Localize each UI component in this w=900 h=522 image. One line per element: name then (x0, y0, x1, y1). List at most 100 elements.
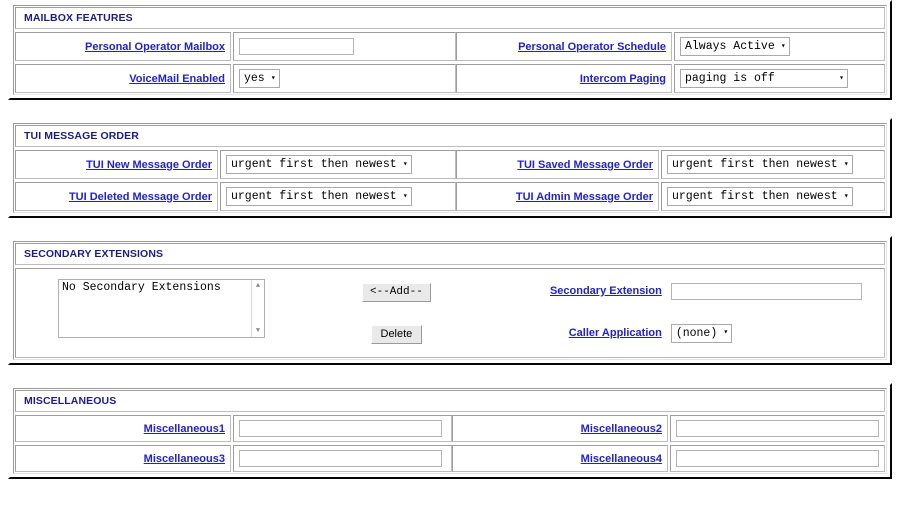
personal-operator-schedule-select[interactable]: Always Active ▾ (680, 37, 790, 56)
intercom-paging-value: paging is off (685, 72, 775, 85)
label-cell-miscellaneous4: Miscellaneous4 (452, 445, 668, 472)
link-tui-new-message-order[interactable]: TUI New Message Order (86, 159, 212, 171)
field-cell-miscellaneous1 (233, 415, 452, 442)
miscellaneous2-input[interactable] (676, 420, 879, 437)
caller-application-select[interactable]: (none) ▾ (670, 323, 733, 343)
scroll-up-icon[interactable]: ▲ (253, 281, 263, 291)
section-inner: TUI MESSAGE ORDER TUI New Message Order … (13, 123, 887, 213)
row-tui-new-saved: TUI New Message Order urgent first then … (15, 150, 885, 179)
label-cell-miscellaneous2: Miscellaneous2 (452, 415, 668, 442)
miscellaneous3-input[interactable] (239, 450, 442, 467)
tui-admin-message-order-select[interactable]: urgent first then newest ▾ (667, 187, 853, 206)
field-cell-miscellaneous3 (233, 445, 452, 472)
section-inner: MISCELLANEOUS Miscellaneous1 Miscellaneo… (13, 388, 887, 474)
row-half-left: Miscellaneous3 (15, 445, 452, 472)
row-half-right: Intercom Paging paging is off ▾ (456, 64, 885, 93)
row-secondary-extension: Secondary Extension (491, 279, 878, 303)
tui-deleted-message-order-value: urgent first then newest (231, 190, 397, 203)
listbox-option[interactable]: No Secondary Extensions (59, 280, 264, 295)
section-secondary-extensions: SECONDARY EXTENSIONS No Secondary Extens… (8, 236, 892, 365)
voicemail-enabled-select[interactable]: yes ▾ (239, 69, 280, 88)
caller-application-value: (none) (675, 326, 718, 340)
link-miscellaneous3[interactable]: Miscellaneous3 (144, 453, 225, 465)
field-cell-tui-new-message-order: urgent first then newest ▾ (220, 150, 456, 179)
personal-operator-schedule-value: Always Active (685, 40, 775, 53)
secondary-extensions-listbox[interactable]: No Secondary Extensions ▲ ▼ (58, 279, 265, 338)
chevron-down-icon: ▾ (402, 159, 408, 169)
link-secondary-extension[interactable]: Secondary Extension (550, 285, 662, 297)
scroll-down-icon[interactable]: ▼ (253, 326, 263, 336)
link-miscellaneous4[interactable]: Miscellaneous4 (581, 453, 662, 465)
label-cell-secondary-extension: Secondary Extension (491, 285, 671, 297)
secondary-extension-input[interactable] (670, 282, 862, 300)
link-personal-operator-schedule[interactable]: Personal Operator Schedule (518, 41, 666, 53)
row-half-left: TUI Deleted Message Order urgent first t… (15, 182, 456, 211)
section-title-miscellaneous: MISCELLANEOUS (15, 390, 885, 412)
secondary-extensions-fields: Secondary Extension Caller Application (… (491, 279, 878, 345)
intercom-paging-select[interactable]: paging is off ▾ (680, 69, 848, 88)
link-tui-admin-message-order[interactable]: TUI Admin Message Order (516, 191, 653, 203)
field-cell-miscellaneous2 (670, 415, 885, 442)
chevron-down-icon: ▾ (723, 328, 729, 337)
chevron-down-icon: ▾ (843, 191, 849, 201)
link-intercom-paging[interactable]: Intercom Paging (580, 73, 666, 85)
field-cell-tui-admin-message-order: urgent first then newest ▾ (661, 182, 885, 211)
listbox-scrollbar[interactable]: ▲ ▼ (251, 280, 264, 337)
section-title-mailbox-features: MAILBOX FEATURES (15, 7, 885, 29)
link-tui-deleted-message-order[interactable]: TUI Deleted Message Order (69, 191, 212, 203)
row-half-right: TUI Saved Message Order urgent first the… (456, 150, 885, 179)
section-title-secondary-extensions: SECONDARY EXTENSIONS (15, 243, 885, 265)
row-half-left: Miscellaneous1 (15, 415, 452, 442)
section-tui-message-order: TUI MESSAGE ORDER TUI New Message Order … (8, 118, 892, 218)
secondary-extensions-button-column: <--Add-- Delete (362, 279, 431, 344)
tui-new-message-order-value: urgent first then newest (231, 158, 397, 171)
tui-new-message-order-select[interactable]: urgent first then newest ▾ (226, 155, 412, 174)
add-button[interactable]: <--Add-- (362, 283, 431, 302)
chevron-down-icon: ▾ (402, 191, 408, 201)
section-inner: SECONDARY EXTENSIONS No Secondary Extens… (13, 241, 887, 360)
link-miscellaneous1[interactable]: Miscellaneous1 (144, 423, 225, 435)
miscellaneous1-input[interactable] (239, 420, 442, 437)
section-title-tui-message-order: TUI MESSAGE ORDER (15, 125, 885, 147)
miscellaneous4-input[interactable] (676, 450, 879, 467)
row-tui-deleted-admin: TUI Deleted Message Order urgent first t… (15, 182, 885, 211)
link-personal-operator-mailbox[interactable]: Personal Operator Mailbox (85, 41, 225, 53)
row-half-left: TUI New Message Order urgent first then … (15, 150, 456, 179)
row-half-right: Personal Operator Schedule Always Active… (456, 32, 885, 61)
label-cell-personal-operator-mailbox: Personal Operator Mailbox (15, 32, 231, 61)
chevron-down-icon: ▾ (843, 159, 849, 169)
link-voicemail-enabled[interactable]: VoiceMail Enabled (129, 73, 225, 85)
label-cell-miscellaneous3: Miscellaneous3 (15, 445, 231, 472)
chevron-down-icon: ▾ (270, 73, 276, 83)
tui-saved-message-order-select[interactable]: urgent first then newest ▾ (667, 155, 853, 174)
label-cell-tui-admin-message-order: TUI Admin Message Order (456, 182, 659, 211)
voicemail-enabled-value: yes (244, 72, 265, 85)
label-cell-tui-new-message-order: TUI New Message Order (15, 150, 218, 179)
link-tui-saved-message-order[interactable]: TUI Saved Message Order (517, 159, 653, 171)
chevron-down-icon: ▾ (839, 73, 844, 83)
section-inner: MAILBOX FEATURES Personal Operator Mailb… (13, 5, 887, 95)
personal-operator-mailbox-input[interactable] (239, 38, 354, 55)
label-cell-tui-deleted-message-order: TUI Deleted Message Order (15, 182, 218, 211)
link-miscellaneous2[interactable]: Miscellaneous2 (581, 423, 662, 435)
tui-deleted-message-order-select[interactable]: urgent first then newest ▾ (226, 187, 412, 206)
field-cell-personal-operator-schedule: Always Active ▾ (674, 32, 885, 61)
row-half-right: Miscellaneous4 (452, 445, 885, 472)
row-half-left: Personal Operator Mailbox (15, 32, 456, 61)
mailbox-config-page: MAILBOX FEATURES Personal Operator Mailb… (0, 0, 900, 479)
tui-admin-message-order-value: urgent first then newest (672, 190, 838, 203)
label-cell-tui-saved-message-order: TUI Saved Message Order (456, 150, 659, 179)
tui-saved-message-order-value: urgent first then newest (672, 158, 838, 171)
field-cell-voicemail-enabled: yes ▾ (233, 64, 456, 93)
row-personal-operator: Personal Operator Mailbox Personal Opera… (15, 32, 885, 61)
section-mailbox-features: MAILBOX FEATURES Personal Operator Mailb… (8, 0, 892, 100)
row-misc-1-2: Miscellaneous1 Miscellaneous2 (15, 415, 885, 442)
label-cell-voicemail-enabled: VoiceMail Enabled (15, 64, 231, 93)
field-cell-tui-deleted-message-order: urgent first then newest ▾ (220, 182, 456, 211)
field-cell-intercom-paging: paging is off ▾ (674, 64, 885, 93)
row-misc-3-4: Miscellaneous3 Miscellaneous4 (15, 445, 885, 472)
row-half-right: Miscellaneous2 (452, 415, 885, 442)
delete-button[interactable]: Delete (370, 325, 423, 344)
field-cell-personal-operator-mailbox (233, 32, 456, 61)
link-caller-application[interactable]: Caller Application (569, 327, 662, 339)
